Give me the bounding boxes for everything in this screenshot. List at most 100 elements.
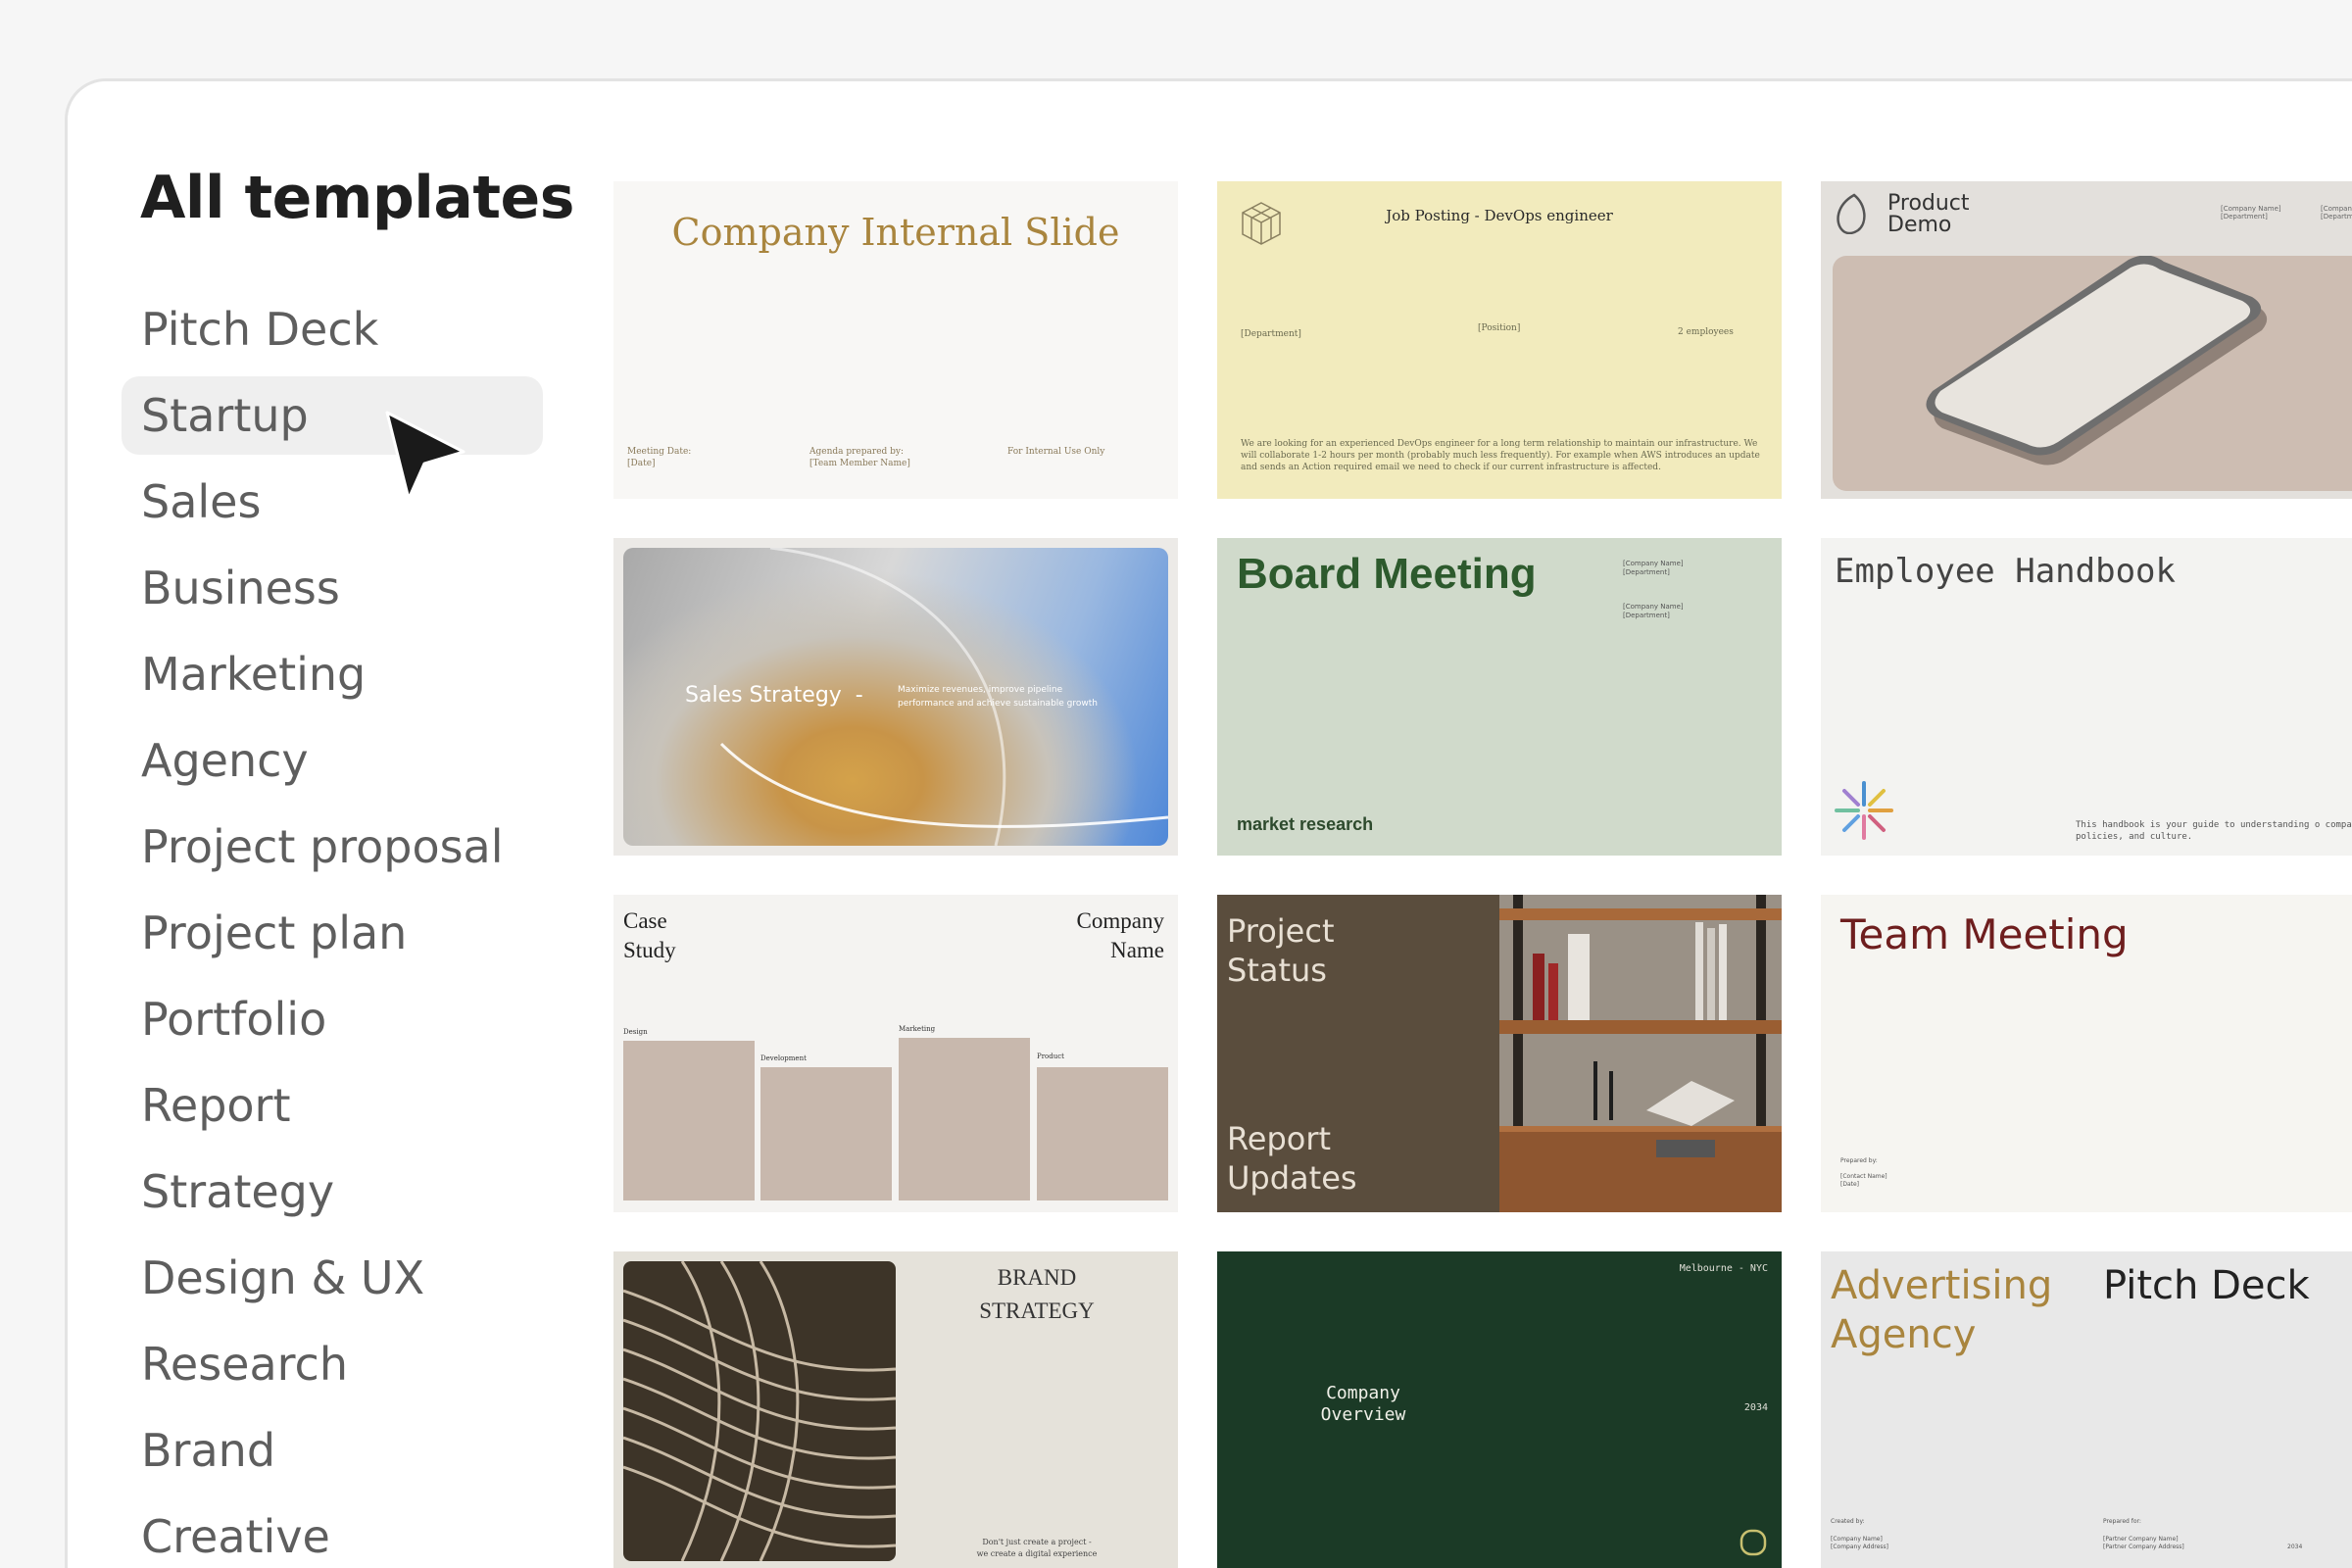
location-label: Melbourne - NYC (1679, 1263, 1768, 1274)
partner-address-label: [Partner Company Address] (2103, 1544, 2184, 1550)
bar-product (1037, 1067, 1168, 1200)
color-asterisk-icon (1835, 781, 1893, 840)
template-card-job-posting[interactable]: Job Posting - DevOps engineer [Departmen… (1217, 181, 1782, 499)
handbook-description: This handbook is your guide to understan… (2076, 820, 2352, 842)
template-title-line2: Study (623, 938, 676, 962)
bar-label-product: Product (1037, 1053, 1064, 1060)
category-research[interactable]: Research (122, 1325, 543, 1403)
template-title: Employee Handbook (1835, 552, 2176, 591)
tagline-line1: Don't just create a project - (982, 1538, 1092, 1546)
product-image (1833, 256, 2352, 491)
category-project-plan[interactable]: Project plan (122, 894, 543, 972)
template-title: Team Meeting (1840, 910, 2129, 958)
company-label-2: [Company (2321, 205, 2352, 213)
template-title: Job Posting - DevOps engineer (1386, 207, 1613, 224)
department-label-2: [Department] (1623, 612, 1670, 619)
page-title: All templates (140, 164, 574, 232)
category-project-proposal[interactable]: Project proposal (122, 808, 543, 886)
department-label: [Department] (1241, 329, 1301, 339)
company-label-2: [Company Name] (1623, 603, 1684, 611)
category-portfolio[interactable]: Portfolio (122, 980, 543, 1058)
template-card-advertising-agency[interactable]: Advertising Agency Pitch Deck Created by… (1821, 1251, 2352, 1568)
category-creative[interactable]: Creative (122, 1497, 543, 1568)
category-brand[interactable]: Brand (122, 1411, 543, 1490)
smartphone-illustration (1926, 256, 2268, 466)
category-list: Pitch Deck Startup Sales Business Market… (122, 290, 543, 1568)
bar-design (623, 1041, 755, 1200)
company-name-label: [Company Name] (1831, 1536, 1883, 1543)
template-card-company-internal[interactable]: Company Internal Slide Meeting Date: [Da… (613, 181, 1178, 499)
prepared-by-label: Prepared by: (1840, 1157, 1878, 1164)
category-design-ux[interactable]: Design & UX (122, 1239, 543, 1317)
category-strategy[interactable]: Strategy (122, 1152, 543, 1231)
template-card-sales-strategy[interactable]: Sales Strategy - Maximize revenues, impr… (613, 538, 1178, 856)
category-sales[interactable]: Sales (122, 463, 543, 541)
agenda-value: [Team Member Name] (809, 459, 910, 468)
bar-label-marketing: Marketing (899, 1025, 936, 1033)
abstract-lines-image (623, 1261, 896, 1561)
template-subtitle-line2: Updates (1227, 1159, 1357, 1197)
template-title: Company Internal Slide (671, 211, 1120, 254)
category-business[interactable]: Business (122, 549, 543, 627)
category-pitch-deck[interactable]: Pitch Deck (122, 290, 543, 368)
template-title-line2: Overview (1320, 1404, 1406, 1425)
category-report[interactable]: Report (122, 1066, 543, 1145)
template-card-case-study[interactable]: Case Study Company Name Design Developme… (613, 895, 1178, 1212)
app-window: All templates Pitch Deck Startup Sales B… (65, 78, 2352, 1568)
template-title-line2: Status (1227, 952, 1327, 989)
template-card-team-meeting[interactable]: Team Meeting Prepared by: [Contact Name]… (1821, 895, 2352, 1212)
template-title-line1: Advertising (1831, 1263, 2053, 1308)
department-label-2: [Departme (2321, 213, 2352, 220)
tagline-line2: we create a digital experience (976, 1549, 1098, 1558)
template-card-board-meeting[interactable]: Board Meeting [Company Name] [Department… (1217, 538, 1782, 856)
template-card-product-demo[interactable]: Product Demo [Company Name] [Department]… (1821, 181, 2352, 499)
template-title-line1: Project (1227, 912, 1335, 950)
template-footer: market research (1237, 814, 1374, 834)
company-line1: Company (1076, 908, 1164, 933)
template-card-project-status[interactable]: Project Status Report Updates (1217, 895, 1782, 1212)
company-label: [Company Name] (2221, 205, 2281, 213)
date-label: [Date] (1840, 1181, 1860, 1188)
job-description: We are looking for an experienced DevOps… (1241, 439, 1760, 472)
position-label: [Position] (1478, 323, 1521, 333)
company-line2: Name (1110, 938, 1164, 962)
template-card-company-overview[interactable]: Melbourne - NYC Company Overview 2034 (1217, 1251, 1782, 1568)
partner-name-label: [Partner Company Name] (2103, 1536, 2179, 1543)
created-by-label: Created by: (1831, 1518, 1865, 1525)
internal-note: For Internal Use Only (1007, 447, 1105, 457)
agenda-label: Agenda prepared by: (809, 447, 905, 457)
bar-marketing (899, 1038, 1030, 1200)
category-marketing[interactable]: Marketing (122, 635, 543, 713)
arrow-cursor-icon (385, 411, 466, 501)
year-label: 2034 (2287, 1544, 2303, 1550)
template-title-line1: Case (623, 908, 667, 933)
shelf-photo (1499, 895, 1782, 1212)
template-subtitle-line1: Report (1227, 1120, 1332, 1157)
meeting-date-value: [Date] (627, 459, 656, 468)
employees-label: 2 employees (1678, 327, 1734, 337)
category-agency[interactable]: Agency (122, 721, 543, 800)
template-title-line1: BRAND (997, 1265, 1077, 1290)
template-title-line2: STRATEGY (979, 1298, 1095, 1323)
meeting-date-label: Meeting Date: (627, 447, 692, 457)
contact-label: [Contact Name] (1840, 1173, 1887, 1180)
department-label: [Department] (2221, 213, 2268, 220)
bar-label-development: Development (760, 1054, 807, 1062)
template-title: Board Meeting (1237, 550, 1537, 598)
template-title-line1: Company (1326, 1383, 1400, 1403)
company-label-1: [Company Name] (1623, 560, 1684, 567)
template-title-line2: Demo (1887, 213, 1952, 237)
prepared-for-label: Prepared for: (2103, 1518, 2141, 1525)
leaf-logo-icon (1837, 193, 1866, 234)
template-card-brand-strategy[interactable]: BRAND STRATEGY Don't just create a proje… (613, 1251, 1178, 1568)
template-title-line2: Agency (1831, 1312, 1977, 1357)
department-label-1: [Department] (1623, 568, 1670, 576)
ring-icon (1740, 1529, 1767, 1556)
template-subtitle: Maximize revenues, improve pipeline perf… (898, 685, 1098, 709)
bar-label-design: Design (623, 1028, 648, 1036)
pitch-deck-label: Pitch Deck (2103, 1263, 2310, 1308)
year-label: 2034 (1743, 1402, 1768, 1413)
template-card-employee-handbook[interactable]: Employee Handbook This handbook is your … (1821, 538, 2352, 856)
company-address-label: [Company Address] (1831, 1544, 1889, 1550)
category-startup[interactable]: Startup (122, 376, 543, 455)
